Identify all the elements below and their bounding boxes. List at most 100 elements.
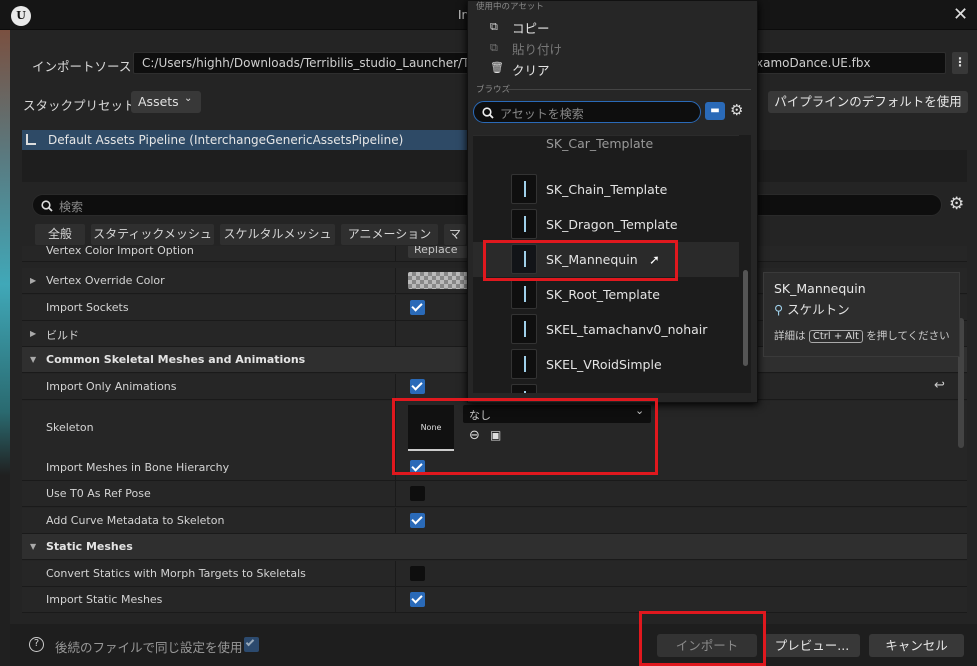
tab-animation[interactable]: アニメーション [341,224,438,245]
list-item[interactable] [473,382,739,393]
asset-thumbnail [511,279,537,309]
stack-preset-value: Assets [138,94,179,109]
property-row: Import Static Meshes [22,587,967,613]
asset-list-scrollbar[interactable] [743,270,748,366]
property-name: Add Curve Metadata to Skeleton [46,514,225,527]
search-icon [482,107,494,119]
menu-item-clear[interactable]: クリア [512,60,550,79]
asset-label: SK_Chain_Template [546,182,668,197]
property-name: Skeleton [46,421,94,434]
tooltip-title: SK_Mannequin [774,281,866,296]
tooltip-hint-pre: 詳細は [774,330,806,342]
collapse-arrow-icon[interactable]: ▼ [30,355,36,364]
copy-icon: ⧉ [490,20,498,33]
highlight-box-skeleton [392,398,658,475]
asset-search-input[interactable]: アセットを検索 [473,101,701,123]
property-row: Convert Statics with Morph Targets to Sk… [22,561,967,587]
paste-icon: ⧉ [490,41,498,54]
asset-thumbnail [511,209,537,239]
list-item[interactable]: SK_Root_Template [473,277,739,312]
stack-preset-label: スタックプリセット [23,98,136,113]
import-source-path-tail: xamoDance.UE.fbx [756,56,871,70]
close-icon[interactable]: ✕ [953,4,968,25]
section-current-asset: 使用中のアセット [476,2,544,12]
import-source-label: インポートソース [32,59,132,74]
list-item[interactable]: SK_Dragon_Template [473,207,739,242]
settings-gear-icon[interactable]: ⚙ [949,194,964,214]
highlight-box-import [639,611,766,666]
collapse-arrow-icon[interactable]: ▼ [30,542,36,551]
property-name: Use T0 As Ref Pose [46,487,151,500]
vertex-color-option-dropdown[interactable]: Replace [408,246,468,258]
import-only-animations-checkbox[interactable] [410,379,425,394]
import-static-meshes-checkbox[interactable] [410,592,425,607]
asset-tooltip: SK_Mannequin ⚲ スケルトン 詳細は Ctrl + Alt を押して… [763,272,960,357]
reset-arrow-icon[interactable]: ↩ [934,378,945,393]
cancel-button[interactable]: キャンセル [869,634,964,657]
import-sockets-checkbox[interactable] [410,300,425,315]
reuse-settings-checkbox[interactable] [244,637,259,652]
asset-search-placeholder: アセットを検索 [500,107,584,121]
list-item[interactable]: SKEL_tamachanv0_nohair [473,312,739,347]
property-row: Use T0 As Ref Pose [22,481,967,507]
property-name: Import Static Meshes [46,593,163,606]
section-divider [505,89,751,90]
convert-statics-checkbox[interactable] [410,566,425,581]
expand-arrow-icon[interactable]: ▶ [30,276,36,285]
asset-label: SKEL_tamachanv0_nohair [546,322,708,337]
asset-label: SKEL_VRoidSimple [546,357,662,372]
property-name: Import Meshes in Bone Hierarchy [46,461,230,474]
reuse-settings-label: 後続のファイルで同じ設定を使用 [55,640,243,655]
property-row: Add Curve Metadata to Skeleton [22,508,967,534]
property-name: ビルド [46,329,79,342]
asset-label: SK_Dragon_Template [546,217,678,232]
asset-thumbnail [511,384,537,393]
tooltip-hint-post: を押してください [866,330,950,342]
tooltip-hint-key: Ctrl + Alt [808,330,863,343]
pipeline-icon [26,134,36,145]
skeleton-icon: ⚲ [774,302,784,317]
preview-button[interactable]: プレビュー... [764,634,860,657]
property-name: Vertex Override Color [46,274,165,287]
asset-label: SK_Car_Template [546,136,654,151]
pipeline-item[interactable]: Default Assets Pipeline (InterchangeGene… [22,130,467,150]
list-item[interactable]: SKEL_VRoidSimple [473,347,739,382]
property-name: Convert Statics with Morph Targets to Sk… [46,567,306,580]
expand-arrow-icon[interactable]: ▶ [30,329,36,338]
search-icon [41,200,53,212]
use-pipeline-defaults-button[interactable]: パイプラインのデフォルトを使用 [768,91,968,113]
tab-skeletal-mesh[interactable]: スケルタルメッシュ [220,224,335,245]
background-viewport-strip [0,30,10,666]
search-placeholder: 検索 [59,200,84,214]
tab-general[interactable]: 全般 [35,224,85,245]
highlight-box-mannequin [483,240,678,281]
menu-item-copy[interactable]: コピー [512,18,550,37]
asset-thumbnail [511,349,537,379]
stack-preset-dropdown[interactable]: Assets ⌄ [131,91,201,113]
pipeline-name: Default Assets Pipeline (InterchangeGene… [48,133,404,147]
tab-static-mesh[interactable]: スタティックメッシュ [91,224,214,245]
help-icon[interactable]: ? [29,637,44,652]
list-item[interactable]: SK_Chain_Template [473,172,739,207]
color-swatch[interactable] [408,272,468,289]
asset-thumbnail [511,314,537,344]
trash-icon: 🗑 [490,61,504,74]
tab-material[interactable]: マ [444,224,466,245]
menu-item-paste[interactable]: 貼り付け [512,39,562,58]
category-header[interactable]: ▼ Static Meshes [22,534,967,560]
more-options-icon[interactable]: ⋮ [952,52,968,74]
tooltip-type: スケルトン [787,302,850,317]
import-source-path-text: C:/Users/highh/Downloads/Terribilis_stud… [142,56,475,70]
asset-thumbnail [511,174,537,204]
property-name: Import Sockets [46,301,129,314]
property-name: Import Only Animations [46,380,177,393]
list-item[interactable]: SK_Car_Template [473,136,739,157]
property-name: Vertex Color Import Option [46,246,194,257]
folder-browse-icon[interactable]: ▬ [705,102,725,120]
unreal-logo-icon: U [11,6,31,26]
asset-picker-popup: 使用中のアセット ⧉ コピー ⧉ 貼り付け 🗑 クリア ブラウズ アセットを検索… [467,0,758,403]
settings-gear-icon[interactable]: ⚙ [730,101,743,119]
use-t0-ref-pose-checkbox[interactable] [410,486,425,501]
chevron-down-icon: ⌄ [184,93,193,104]
add-curve-metadata-checkbox[interactable] [410,513,425,528]
